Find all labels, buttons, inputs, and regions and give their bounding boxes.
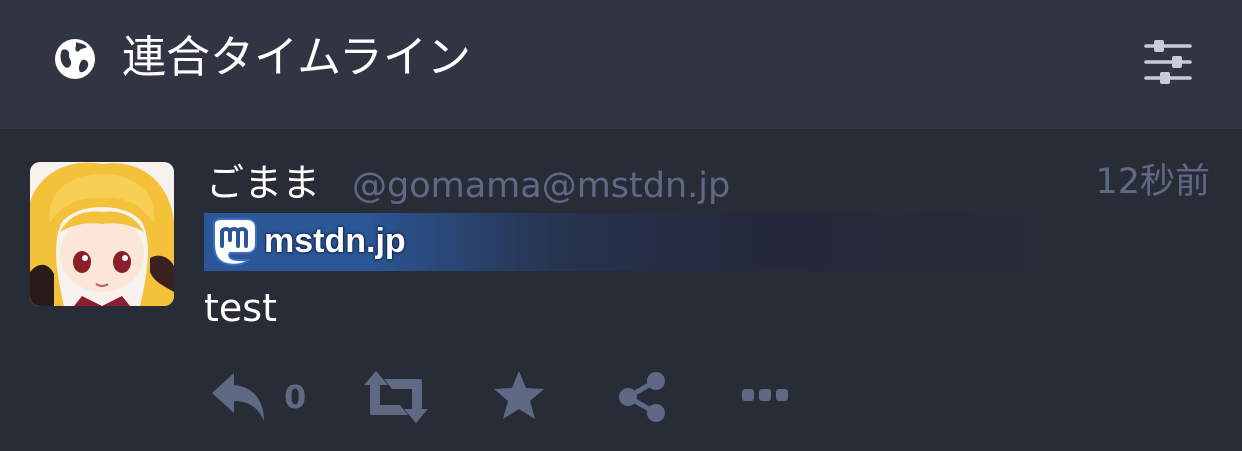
status-item[interactable]: ごまま @gomama@mstdn.jp 12秒前 mstdn.jp test …: [0, 131, 1242, 451]
action-bar: 0: [0, 131, 1242, 451]
star-icon[interactable]: [492, 369, 546, 423]
sliders-icon[interactable]: [1142, 38, 1194, 86]
share-icon[interactable]: [616, 371, 668, 423]
globe-icon: [55, 39, 95, 79]
reply-count: 0: [284, 378, 307, 416]
column-header: 連合タイムライン: [0, 0, 1242, 131]
column-title: 連合タイムライン: [122, 32, 471, 83]
boost-icon[interactable]: [364, 371, 428, 423]
ellipsis-icon[interactable]: [740, 383, 790, 407]
reply-icon[interactable]: [210, 369, 268, 425]
